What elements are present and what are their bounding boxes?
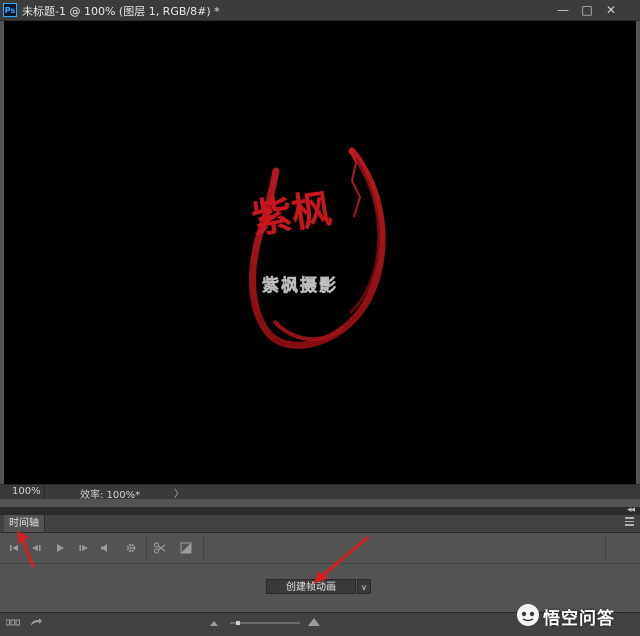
zoom-level[interactable]: 100% <box>12 486 41 497</box>
previous-frame-icon[interactable] <box>29 541 43 555</box>
panel-menu-icon[interactable] <box>625 517 634 526</box>
photoshop-logo-icon: Ps <box>3 3 17 17</box>
zoom-slider-thumb[interactable] <box>236 621 240 625</box>
create-frame-animation-button[interactable]: 创建帧动画 <box>266 579 356 594</box>
panel-gap <box>0 499 640 507</box>
zoom-slider-track[interactable] <box>230 621 300 625</box>
status-menu-arrow-icon[interactable]: 〉 <box>174 485 184 500</box>
controls-divider <box>605 536 606 560</box>
zoom-in-mountain-icon[interactable] <box>308 618 320 626</box>
minimize-button[interactable]: — <box>552 0 574 20</box>
settings-gear-icon[interactable] <box>124 541 138 555</box>
document-canvas[interactable]: 紫枫 紫枫摄影 <box>4 21 636 484</box>
watermark: 悟空问答 <box>516 602 640 632</box>
next-frame-icon[interactable] <box>77 541 91 555</box>
footer-divider <box>200 615 201 633</box>
frame-view-icon[interactable] <box>6 619 20 627</box>
zoom-out-mountain-icon[interactable] <box>210 620 218 626</box>
tab-timeline[interactable]: 时间轴 <box>4 515 45 532</box>
play-icon[interactable] <box>53 541 67 555</box>
animation-type-dropdown[interactable]: ∨ <box>357 579 371 594</box>
playback-controls <box>0 533 640 564</box>
first-frame-icon[interactable] <box>7 541 21 555</box>
calligraphy-text: 紫枫 <box>249 185 335 243</box>
controls-divider <box>203 536 204 560</box>
document-titlebar: Ps 未标题-1 @ 100% (图层 1, RGB/8#) * — □ ✕ <box>0 0 640 21</box>
wukong-logo-icon <box>517 604 539 626</box>
watermark-text: 悟空问答 <box>543 609 615 629</box>
panel-dock-header: ◂◂ <box>0 505 640 515</box>
maximize-button[interactable]: □ <box>576 0 598 20</box>
controls-divider <box>146 536 147 560</box>
transition-icon[interactable] <box>179 541 193 555</box>
collapse-panels-icon[interactable]: ◂◂ <box>627 505 635 515</box>
status-divider <box>44 485 45 499</box>
split-scissors-icon[interactable] <box>153 541 167 555</box>
logo-artwork: 紫枫 紫枫摄影 <box>249 147 386 349</box>
status-bar: 100% 效率: 100%* 〉 <box>0 484 640 501</box>
document-tab-title[interactable]: 未标题-1 @ 100% (图层 1, RGB/8#) * <box>22 3 220 19</box>
audio-icon[interactable] <box>98 541 112 555</box>
close-button[interactable]: ✕ <box>600 0 622 20</box>
logo-subtitle: 紫枫摄影 <box>262 275 338 296</box>
timeline-tabbar: 时间轴 <box>0 515 640 533</box>
convert-arrow-icon[interactable] <box>30 617 42 627</box>
brush-ring-icon <box>249 147 386 349</box>
